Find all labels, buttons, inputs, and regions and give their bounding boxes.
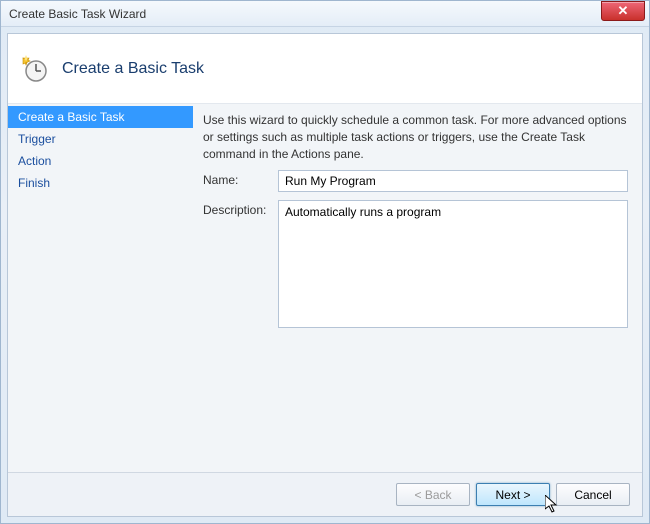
next-button[interactable]: Next > <box>476 483 550 506</box>
wizard-body: Create a Basic Task Trigger Action Finis… <box>8 104 642 472</box>
wizard-sidebar: Create a Basic Task Trigger Action Finis… <box>8 104 193 472</box>
description-label: Description: <box>203 200 278 217</box>
window-title: Create Basic Task Wizard <box>9 7 146 21</box>
sidebar-item-finish[interactable]: Finish <box>8 172 193 194</box>
sidebar-item-basic-task[interactable]: Create a Basic Task <box>8 106 193 128</box>
titlebar: Create Basic Task Wizard ✕ <box>1 1 649 27</box>
description-row: Description: <box>203 200 628 328</box>
close-icon: ✕ <box>618 3 629 19</box>
sidebar-item-label: Finish <box>18 176 50 190</box>
sidebar-item-action[interactable]: Action <box>8 150 193 172</box>
description-input[interactable] <box>278 200 628 328</box>
wizard-header: Create a Basic Task <box>8 34 642 104</box>
name-input[interactable] <box>278 170 628 192</box>
sidebar-item-label: Create a Basic Task <box>18 110 125 124</box>
cancel-button[interactable]: Cancel <box>556 483 630 506</box>
wizard-inner: Create a Basic Task Create a Basic Task … <box>7 33 643 517</box>
intro-text: Use this wizard to quickly schedule a co… <box>203 112 628 162</box>
name-label: Name: <box>203 170 278 187</box>
clock-wizard-icon <box>20 55 48 83</box>
wizard-window: Create Basic Task Wizard ✕ Create a Basi… <box>0 0 650 524</box>
wizard-content: Use this wizard to quickly schedule a co… <box>193 104 642 472</box>
name-row: Name: <box>203 170 628 192</box>
sidebar-item-trigger[interactable]: Trigger <box>8 128 193 150</box>
sidebar-item-label: Trigger <box>18 132 56 146</box>
close-button[interactable]: ✕ <box>601 1 645 21</box>
wizard-footer: < Back Next > Cancel <box>8 472 642 516</box>
back-button[interactable]: < Back <box>396 483 470 506</box>
sidebar-item-label: Action <box>18 154 51 168</box>
page-title: Create a Basic Task <box>62 60 204 78</box>
